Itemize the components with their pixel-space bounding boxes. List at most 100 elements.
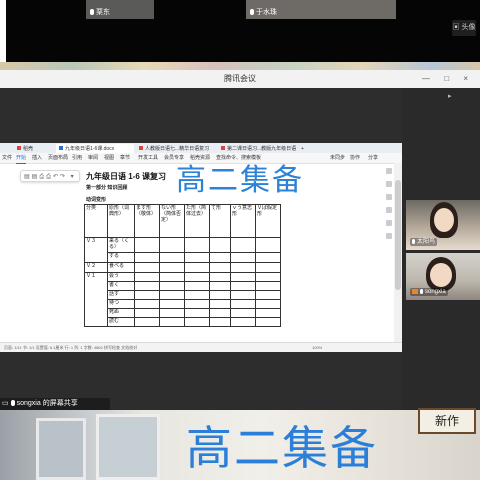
wall-plaque: 新作 [418,408,476,434]
menu-developer[interactable]: 开发工具 [138,153,158,163]
doc-tab-3[interactable]: 人教版日语七...精华日语复习 [136,144,216,153]
mic-icon [250,9,254,15]
document-part-heading: 第一部分 知识回顾 [86,185,128,191]
camera-toggle-button[interactable]: ▣ 头像 [452,20,476,36]
doc-tab-icon [221,146,225,150]
side-tool-icon[interactable] [386,220,392,226]
participant-tile-top-2[interactable]: 于水珠 [246,0,396,19]
photo-overlay-title: 高二集备 [186,422,378,474]
side-tool-icon[interactable] [386,168,392,174]
group-cell: Ｖ１ [84,272,108,327]
overlay-title: 高二集备 [176,164,304,197]
side-tool-icon[interactable] [386,233,392,239]
sync-status[interactable]: 未同步 [330,153,345,163]
camera-icon: ▣ [452,24,460,31]
document-tab-bar: 稻壳 九年级日语1-6课.docx 人教版日语七...精华日语复习 第二课日语习… [0,143,402,153]
doc-tab-4[interactable]: 第二课日语习...教版九年级日语 [218,144,300,153]
window-titlebar[interactable]: 腾讯会议 — □ × [0,70,480,89]
verb-cell: 会う [107,272,135,282]
menu-membership[interactable]: 会员专享 [164,153,184,163]
verb-cell: 待つ [107,299,135,309]
status-text: 页面: 1/11 节: 1/1 设置值: 6.1厘米 行: 1 列: 1 字数:… [4,345,138,350]
group-cell: Ｖ３ [84,237,108,263]
mic-icon [90,9,94,15]
zoom-level[interactable]: 100% [312,343,322,352]
verb-cell: 話す [107,290,135,300]
participant-face [430,263,452,287]
doc-tab-icon [59,146,63,150]
table-row: 書く [85,281,281,291]
group-cell: Ｖ２ [84,262,108,273]
camera-label: 头像 [461,24,476,31]
screen-share-icon: ▭ [2,400,9,407]
mic-icon [10,400,15,406]
table-header-cell: ます形（敬体） [134,204,160,238]
table-header-cell: ない形（简体否定） [159,204,185,238]
menu-references[interactable]: 引用 [72,153,82,163]
table-row: Ｖ３ 来る（くる） [84,237,281,263]
table-header-row: 分类 原形（词典形） ます形（敬体） ない形（简体否定） た形（简体过去） て形… [84,204,281,238]
table-header-cell: 分类 [84,204,108,238]
floating-format-toolbar[interactable]: ▤▤⎙⎙↶↷ ▾ [20,170,80,182]
table-header-cell: て形 [209,204,231,238]
participant-label: songxia [410,288,448,296]
share-button[interactable]: 分享 [368,153,378,163]
participant-face [434,208,454,232]
participant-tile-top-1[interactable]: 栗东 [86,0,154,19]
document-title: 九年级日语 1-6 课复习 [86,172,167,181]
side-tool-icon[interactable] [386,194,392,200]
menu-view[interactable]: 视图 [104,153,114,163]
window-in-photo [96,414,160,480]
menu-page-layout[interactable]: 页面布局 [48,153,68,163]
table-row: する [85,252,281,263]
doc-tab-icon [139,146,143,150]
participant-tile-side-2[interactable]: songxia [406,253,480,300]
menu-review[interactable]: 审阅 [88,153,98,163]
doc-tab-icon [17,146,21,150]
menu-home[interactable]: 开始 [16,153,27,164]
table-row: 読む [85,317,281,327]
menu-docer-resources[interactable]: 稻壳资源 [190,153,210,163]
doc-tab-2[interactable]: 九年级日语1-6课.docx [56,144,134,153]
table-row: 待つ [85,299,281,309]
document-menu-bar: 文件 开始 插入 页面布局 引用 审阅 视图 章节 开发工具 会员专享 稻壳资源… [0,153,402,164]
doc-tab-1[interactable]: 稻壳 [14,144,48,153]
command-search[interactable]: 查找命令、搜索模板 [216,153,261,163]
document-status-bar: 页面: 1/11 节: 1/1 设置值: 6.1厘米 行: 1 列: 1 字数:… [0,342,402,352]
new-tab-button[interactable]: + [298,144,312,153]
window-title: 腾讯会议 [224,74,256,83]
verb-conjugation-table: 分类 原形（词典形） ます形（敬体） ない形（简体否定） た形（简体过去） て形… [84,204,281,327]
host-icon [412,289,418,294]
window-in-photo [36,418,86,480]
verb-cell: する [107,252,135,263]
collaborate-button[interactable]: 协作 [350,153,360,163]
side-tool-icon[interactable] [386,181,392,187]
participant-label: 太阳鸟 [410,238,438,246]
document-side-toolbar [386,168,394,328]
collapse-sidebar-icon[interactable]: ▸ [448,92,452,100]
participant-name: 栗东 [96,9,110,16]
participant-name: 于水珠 [256,9,277,16]
table-header-cell: Ｖば假定形 [255,204,281,238]
table-row: 死ぬ [85,308,281,318]
side-tool-icon[interactable] [386,207,392,213]
verb-cell: 読む [107,317,135,327]
mic-icon [420,289,423,294]
desktop-background-band [0,62,480,70]
document-scrollbar-thumb[interactable] [395,180,401,290]
table-header-cell: 原形（词典形） [107,204,135,238]
table-row: 話す [85,290,281,300]
window-controls[interactable]: — □ × [422,70,474,88]
participant-tile-side-1[interactable]: 太阳鸟 [406,200,480,250]
top-video-area [6,0,480,62]
verb-cell: 書く [107,281,135,291]
verb-cell: 来る（くる） [107,237,135,253]
menu-sections[interactable]: 章节 [120,153,130,163]
table-header-cell: ｖう意志形 [230,204,256,238]
screen-share-text: songxia 的屏幕共享 [16,400,78,407]
mic-icon [412,239,415,244]
menu-file[interactable]: 文件 [2,153,12,163]
menu-insert[interactable]: 插入 [32,153,42,163]
document-section-heading: 动词变形 [86,197,107,203]
verb-cell: 食べる [107,262,135,273]
